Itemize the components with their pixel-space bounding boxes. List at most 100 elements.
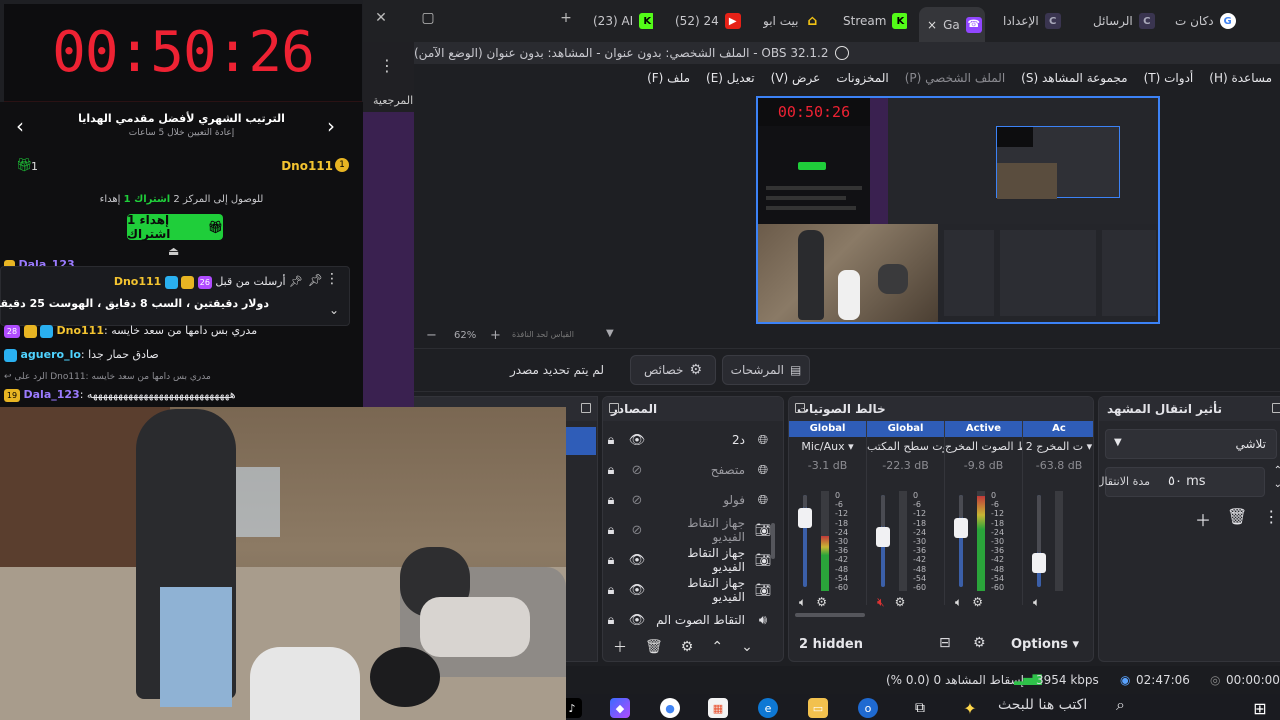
hidden-count[interactable]: 2 hidden bbox=[799, 637, 863, 652]
windows-start-icon[interactable]: ⊞ bbox=[1250, 698, 1270, 718]
eye-icon[interactable]: 👁︎ bbox=[629, 582, 646, 598]
chevron-down-icon[interactable]: ⌄ bbox=[329, 303, 339, 317]
widgets-icon[interactable]: ✦ bbox=[960, 698, 980, 718]
float-dock-icon[interactable] bbox=[609, 403, 619, 413]
menu-view[interactable]: عرض (V) bbox=[763, 71, 829, 85]
source-item[interactable]: 🔒︎ ⊘ متصفح 🌐︎ bbox=[603, 455, 783, 485]
close-tab-icon[interactable]: × bbox=[927, 18, 937, 32]
eye-icon[interactable]: 👁︎ bbox=[629, 612, 646, 628]
menu-scene-collection[interactable]: مجموعة المشاهد (S) bbox=[1013, 71, 1135, 85]
pin-icon[interactable]: 📌︎ bbox=[308, 273, 323, 287]
collapse-icon[interactable]: ⏏ bbox=[168, 244, 179, 258]
eye-icon[interactable]: 👁︎ bbox=[629, 432, 646, 448]
add-source-icon[interactable]: ＋ bbox=[613, 637, 627, 657]
trash-icon[interactable]: 🗑︎ bbox=[645, 639, 663, 655]
lock-icon[interactable]: 🔒︎ bbox=[603, 492, 619, 508]
float-dock-icon[interactable] bbox=[795, 403, 805, 413]
top-gifter-name[interactable]: Dno111 bbox=[281, 159, 333, 173]
volume-slider[interactable] bbox=[876, 495, 890, 587]
float-dock-icon[interactable] bbox=[581, 403, 591, 413]
spinner-icon[interactable]: ⌃⌄ bbox=[1274, 464, 1280, 492]
menu-docks[interactable]: المخزونات bbox=[828, 71, 896, 85]
browser-tab[interactable]: دكان ت G bbox=[1175, 7, 1241, 35]
browser-tab[interactable]: (23) AI K bbox=[593, 7, 653, 35]
program-preview[interactable]: 00:50:26 bbox=[756, 96, 1160, 324]
speaker-icon[interactable]: 🔈︎ bbox=[955, 595, 962, 610]
lock-icon[interactable]: 🔒︎ bbox=[603, 522, 619, 538]
channel-name[interactable]: صوت سطح المكتب ▾ bbox=[867, 437, 944, 457]
properties-button[interactable]: خصائص ⚙ bbox=[630, 355, 716, 385]
lock-icon[interactable]: 🔒︎ bbox=[603, 582, 619, 598]
chrome-icon[interactable]: ● bbox=[660, 698, 680, 718]
speaker-icon[interactable]: 🔈︎ bbox=[799, 595, 806, 610]
source-item[interactable]: 🔒︎ ⊘ جهاز التقاط الفيديو 📷︎ bbox=[603, 515, 783, 545]
volume-knob[interactable] bbox=[798, 508, 812, 528]
browser-tab[interactable]: Stream K bbox=[843, 7, 907, 35]
browser-tab[interactable]: بيت ابو ⌂ bbox=[763, 7, 823, 35]
muted-speaker-icon[interactable]: 🔇︎ bbox=[877, 595, 885, 610]
maximize-window-icon[interactable]: ▢ bbox=[418, 10, 438, 26]
outlook-icon[interactable]: o bbox=[858, 698, 878, 718]
gear-icon[interactable]: ⚙ bbox=[973, 635, 986, 651]
volume-knob[interactable] bbox=[954, 518, 968, 538]
source-item[interactable]: 🔒︎ 👁︎ د2 🌐︎ bbox=[603, 425, 783, 455]
menu-profile[interactable]: الملف الشخصي (P) bbox=[897, 71, 1013, 85]
browser-tab[interactable]: الإعدادا C bbox=[1003, 7, 1069, 35]
filters-button[interactable]: المرشحات ▤ bbox=[722, 355, 810, 385]
gift-sub-button[interactable]: إهداء 1 اشتراك 🎁︎ bbox=[127, 213, 223, 241]
volume-knob[interactable] bbox=[1032, 553, 1046, 573]
eye-hidden-icon[interactable]: ⊘ bbox=[629, 462, 645, 478]
volume-slider[interactable] bbox=[954, 495, 968, 587]
add-transition-icon[interactable]: ＋ bbox=[1195, 507, 1211, 531]
settings-icon[interactable]: ⚙ bbox=[895, 595, 906, 610]
settings-icon[interactable]: ⚙ bbox=[972, 595, 983, 610]
eye-hidden-icon[interactable]: ⊘ bbox=[629, 492, 645, 508]
lock-icon[interactable]: 🔒︎ bbox=[603, 432, 619, 448]
float-dock-icon[interactable] bbox=[1272, 403, 1280, 413]
sources-scrollbar[interactable] bbox=[771, 523, 775, 559]
edge-icon[interactable]: e bbox=[758, 698, 778, 718]
lock-icon[interactable]: 🔒︎ bbox=[603, 612, 619, 628]
channel-name[interactable]: ت المخرج 2 ▾ bbox=[1023, 437, 1093, 457]
more-vertical-icon[interactable]: ⋮ bbox=[325, 271, 339, 287]
gear-icon[interactable]: ⚙ bbox=[681, 639, 694, 655]
eye-icon[interactable]: 👁︎ bbox=[629, 552, 646, 568]
eye-hidden-icon[interactable]: ⊘ bbox=[629, 522, 645, 538]
source-item[interactable]: 🔒︎ 👁︎ التقاط الصوت الم 🔊︎ bbox=[603, 605, 783, 635]
browser-tab-active[interactable]: × Ga ☎ bbox=[919, 7, 985, 42]
trash-icon[interactable]: 🗑︎ bbox=[1227, 507, 1247, 531]
layout-icon[interactable]: ⊟ bbox=[939, 635, 951, 651]
menu-help[interactable]: مساعدة (H) bbox=[1201, 71, 1280, 85]
menu-tools[interactable]: أدوات (T) bbox=[1136, 71, 1202, 85]
fit-window-label[interactable]: القياس لحد النافذة bbox=[512, 330, 574, 339]
more-vertical-icon[interactable]: ⋮ bbox=[1263, 507, 1279, 531]
channel-name[interactable]: Mic/Aux ▾ bbox=[789, 437, 866, 457]
browser-tab[interactable]: (52) 24 ▶ bbox=[675, 7, 741, 35]
store-icon[interactable]: ▦ bbox=[708, 698, 728, 718]
lock-icon[interactable]: 🔒︎ bbox=[603, 552, 619, 568]
more-vertical-icon[interactable]: ⋮ bbox=[379, 56, 395, 75]
move-down-icon[interactable]: ⌄ bbox=[741, 639, 753, 655]
task-view-icon[interactable]: ⧉ bbox=[910, 698, 930, 718]
copilot-icon[interactable]: ◆ bbox=[610, 698, 630, 718]
speaker-icon[interactable]: 🔈︎ bbox=[1033, 595, 1040, 610]
mixer-scrollbar[interactable] bbox=[795, 613, 865, 617]
scene-selected-item[interactable] bbox=[566, 427, 596, 455]
volume-slider[interactable] bbox=[1032, 495, 1046, 587]
volume-slider[interactable] bbox=[798, 495, 812, 587]
source-item[interactable]: 🔒︎ ⊘ فولو 🌐︎ bbox=[603, 485, 783, 515]
lock-icon[interactable]: 🔒︎ bbox=[603, 462, 619, 478]
source-item[interactable]: 🔒︎ 👁︎ جهاز التقاط الفيديو 📷︎ bbox=[603, 545, 783, 575]
menu-edit[interactable]: تعديل (E) bbox=[698, 71, 763, 85]
settings-icon[interactable]: ⚙ bbox=[816, 595, 827, 610]
taskbar-search[interactable]: اكتب هنا للبحث ⌕ bbox=[986, 694, 1226, 720]
source-item[interactable]: 🔒︎ 👁︎ جهاز التقاط الفيديو 📷︎ bbox=[603, 575, 783, 605]
close-window-icon[interactable]: ✕ bbox=[371, 10, 391, 26]
transition-select[interactable]: ▼ تلاشي bbox=[1105, 429, 1277, 459]
folder-icon[interactable]: ▭ bbox=[808, 698, 828, 718]
volume-knob[interactable] bbox=[876, 527, 890, 547]
options-button[interactable]: Options ▾ bbox=[1011, 637, 1079, 652]
zoom-out-button[interactable]: − bbox=[426, 328, 437, 343]
move-up-icon[interactable]: ⌃ bbox=[711, 639, 723, 655]
zoom-in-button[interactable]: + bbox=[490, 328, 501, 343]
